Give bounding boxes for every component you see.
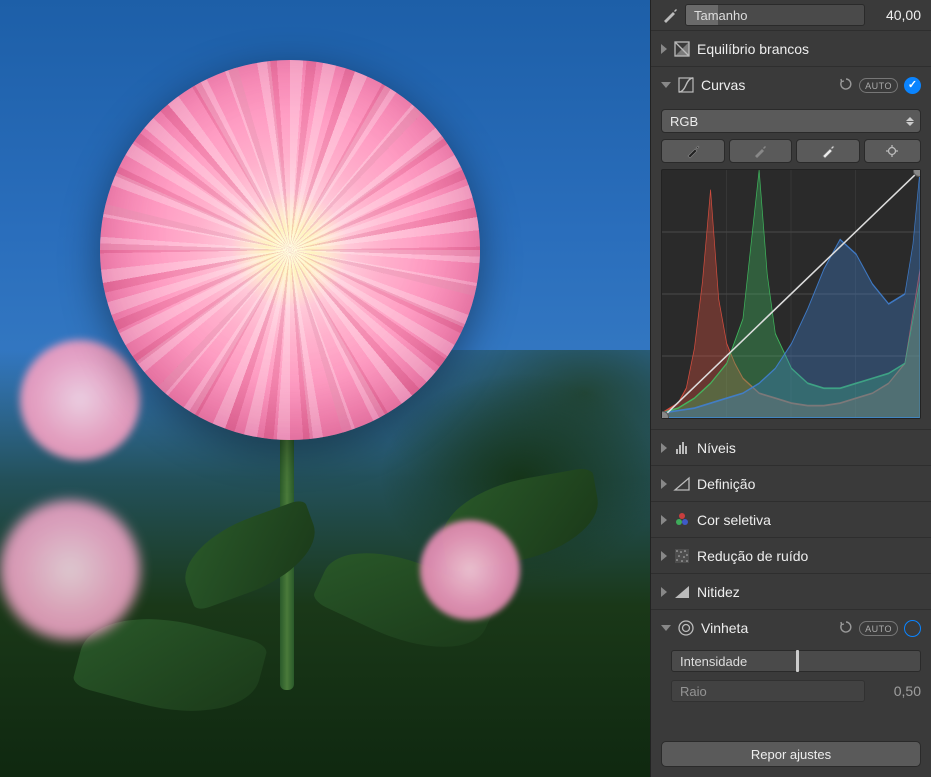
levels-label: Níveis: [697, 440, 921, 456]
curves-reset-icon[interactable]: [839, 77, 853, 94]
sharpen-icon: [673, 583, 691, 601]
white-balance-icon: [673, 40, 691, 58]
noise-reduction-label: Redução de ruído: [697, 548, 921, 564]
photo-flower-main: [100, 60, 480, 440]
vignette-label: Vinheta: [701, 620, 833, 636]
vignette-radius-value: 0,50: [871, 683, 921, 699]
vignette-reset-icon[interactable]: [839, 620, 853, 637]
curves-enable-toggle[interactable]: [904, 77, 921, 94]
vignette-intensity-slider[interactable]: Intensidade: [671, 650, 921, 672]
vignette-auto-button[interactable]: AUTO: [859, 621, 898, 636]
curves-panel: RGB: [651, 103, 931, 430]
selective-color-icon: [673, 511, 691, 529]
vignette-radius-label: Raio: [680, 681, 707, 701]
chevron-updown-icon: [906, 117, 914, 126]
size-label: Tamanho: [694, 5, 747, 25]
levels-icon: [673, 439, 691, 457]
definition-icon: [673, 475, 691, 493]
curves-channel-select[interactable]: RGB: [661, 109, 921, 133]
reset-adjustments-button[interactable]: Repor ajustes: [661, 741, 921, 767]
vignette-enable-toggle[interactable]: [904, 620, 921, 637]
black-point-picker[interactable]: [661, 139, 725, 163]
curves-icon: [677, 76, 695, 94]
vignette-radius-slider[interactable]: Raio: [671, 680, 865, 702]
add-point-picker[interactable]: [864, 139, 921, 163]
disclosure-curves[interactable]: [661, 82, 671, 88]
selective-color-label: Cor seletiva: [697, 512, 921, 528]
gray-point-picker[interactable]: [729, 139, 793, 163]
size-slider[interactable]: Tamanho: [685, 4, 865, 26]
definition-label: Definição: [697, 476, 921, 492]
curves-auto-button[interactable]: AUTO: [859, 78, 898, 93]
brush-size-icon: [661, 6, 679, 24]
photo-canvas[interactable]: [0, 0, 650, 777]
disclosure-white-balance[interactable]: [661, 44, 667, 54]
histogram-chart: [662, 170, 920, 418]
disclosure-sharpen[interactable]: [661, 587, 667, 597]
vignette-icon: [677, 619, 695, 637]
size-value: 40,00: [871, 7, 921, 23]
photo-flower-bg: [20, 340, 140, 460]
sharpen-label: Nitidez: [697, 584, 921, 600]
adjustments-sidebar: Tamanho 40,00 Equilíbrio brancos Curvas …: [650, 0, 931, 777]
white-point-picker[interactable]: [796, 139, 860, 163]
disclosure-selective-color[interactable]: [661, 515, 667, 525]
noise-reduction-icon: [673, 547, 691, 565]
photo-flower-bg: [420, 520, 520, 620]
white-balance-label: Equilíbrio brancos: [697, 41, 921, 57]
vignette-intensity-label: Intensidade: [680, 651, 747, 671]
disclosure-noise-reduction[interactable]: [661, 551, 667, 561]
disclosure-definition[interactable]: [661, 479, 667, 489]
photo-flower-bg: [0, 500, 140, 640]
curves-label: Curvas: [701, 77, 833, 93]
disclosure-levels[interactable]: [661, 443, 667, 453]
curves-channel-value: RGB: [670, 114, 698, 129]
disclosure-vignette[interactable]: [661, 625, 671, 631]
curves-histogram[interactable]: [661, 169, 921, 419]
